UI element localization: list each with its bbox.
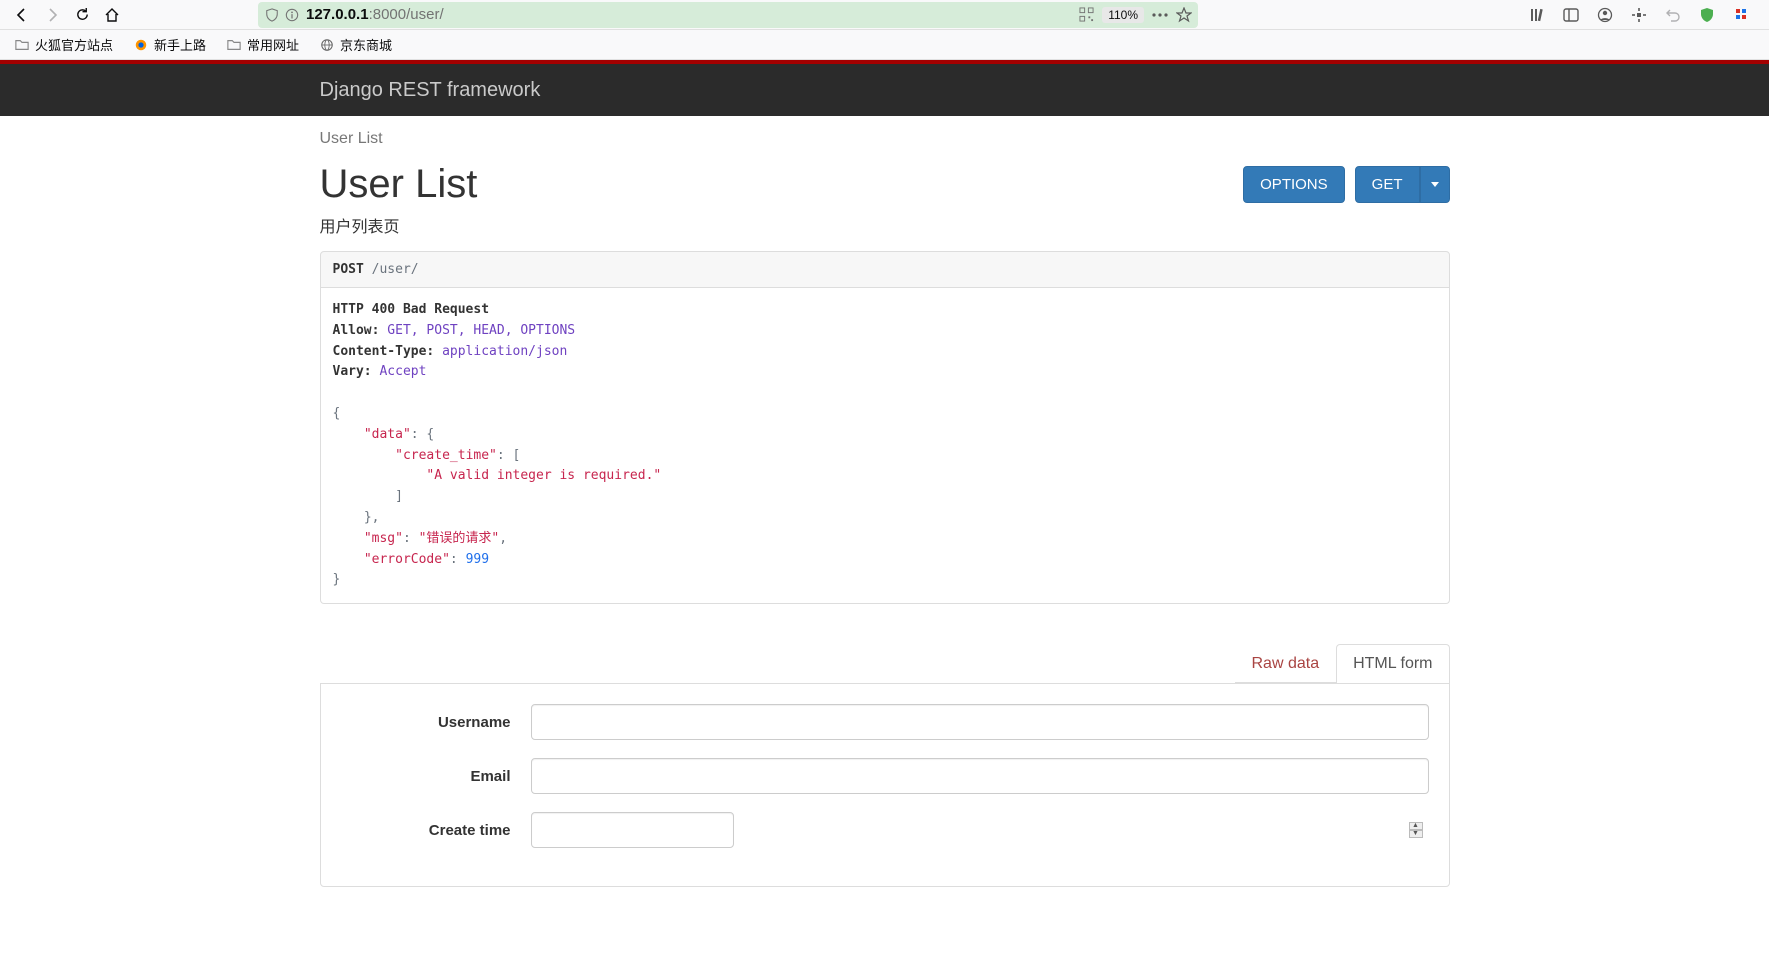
bookmarks-bar: 火狐官方站点 新手上路 常用网址 京东商城 (0, 30, 1769, 60)
library-icon[interactable] (1525, 3, 1549, 27)
navbar: Django REST framework (0, 64, 1769, 116)
number-spinner[interactable]: ▲ ▼ (1409, 822, 1423, 838)
html-form-panel: Username Email Create time ▲ ▼ (320, 683, 1450, 887)
options-button[interactable]: OPTIONS (1243, 166, 1345, 203)
bookmark-item-0[interactable]: 火狐官方站点 (10, 32, 117, 57)
nav-forward-button[interactable] (38, 2, 66, 28)
bookmark-label: 常用网址 (247, 35, 299, 54)
bookmark-label: 京东商城 (340, 35, 392, 54)
header-vary-label: Vary: (333, 364, 372, 379)
username-label: Username (341, 714, 531, 731)
nav-back-button[interactable] (8, 2, 36, 28)
header-vary-value: Accept (379, 364, 426, 379)
arrow-right-icon (44, 7, 60, 23)
bookmark-label: 火狐官方站点 (35, 35, 113, 54)
request-info: POST /user/ (320, 251, 1450, 288)
form-tabs-container: Raw data HTML form (320, 644, 1450, 683)
nav-reload-button[interactable] (68, 2, 96, 28)
reload-icon (75, 7, 90, 22)
spinner-down-icon[interactable]: ▼ (1409, 830, 1423, 838)
bookmark-item-3[interactable]: 京东商城 (315, 32, 396, 57)
bookmark-label: 新手上路 (154, 35, 206, 54)
globe-icon (319, 37, 335, 53)
tab-html-form[interactable]: HTML form (1336, 644, 1449, 683)
navbar-brand[interactable]: Django REST framework (320, 79, 541, 101)
email-label: Email (341, 768, 531, 785)
sidebar-icon[interactable] (1559, 3, 1583, 27)
url-text: 127.0.0.1:8000/user/ (306, 6, 1079, 23)
header-allow-value: GET, POST, HEAD, OPTIONS (387, 323, 575, 338)
home-icon (104, 7, 120, 23)
spinner-up-icon[interactable]: ▲ (1409, 822, 1423, 830)
browser-toolbar: 127.0.0.1:8000/user/ 110% (0, 0, 1769, 30)
shield-icon (264, 7, 280, 23)
request-path: /user/ (372, 262, 419, 277)
bookmark-item-2[interactable]: 常用网址 (222, 32, 303, 57)
username-input[interactable] (531, 704, 1429, 740)
customize-icon[interactable] (1627, 3, 1651, 27)
header-allow-label: Allow: (333, 323, 380, 338)
email-input[interactable] (531, 758, 1429, 794)
tab-raw-data[interactable]: Raw data (1235, 644, 1337, 683)
get-dropdown-button[interactable] (1420, 166, 1450, 203)
extension-icon[interactable] (1729, 3, 1753, 27)
response-body: { "data": { "create_time": [ "A valid in… (333, 404, 1437, 591)
star-icon[interactable] (1176, 7, 1192, 23)
undo-icon[interactable] (1661, 3, 1685, 27)
adblock-shield-icon[interactable] (1695, 3, 1719, 27)
breadcrumb: User List (320, 116, 1450, 162)
create-time-label: Create time (341, 822, 531, 839)
url-bar[interactable]: 127.0.0.1:8000/user/ 110% (258, 2, 1198, 28)
response-panel: HTTP 400 Bad Request Allow: GET, POST, H… (320, 288, 1450, 604)
info-icon (284, 7, 300, 23)
qr-icon[interactable] (1079, 7, 1094, 22)
ellipsis-icon[interactable] (1152, 13, 1168, 17)
arrow-left-icon (14, 7, 30, 23)
caret-down-icon (1431, 182, 1439, 187)
create-time-input[interactable] (531, 812, 734, 848)
folder-icon (14, 37, 30, 53)
bookmark-item-1[interactable]: 新手上路 (129, 32, 210, 57)
header-content-type-label: Content-Type: (333, 344, 435, 359)
request-method: POST (333, 262, 364, 277)
zoom-badge[interactable]: 110% (1102, 7, 1144, 23)
page-title: User List (320, 162, 478, 207)
folder-icon (226, 37, 242, 53)
firefox-icon (133, 37, 149, 53)
header-content-type-value: application/json (442, 344, 567, 359)
get-button[interactable]: GET (1355, 166, 1420, 203)
nav-home-button[interactable] (98, 2, 126, 28)
page-description: 用户列表页 (320, 213, 478, 237)
account-icon[interactable] (1593, 3, 1617, 27)
response-status: HTTP 400 Bad Request (333, 302, 490, 317)
breadcrumb-item[interactable]: User List (320, 130, 383, 147)
